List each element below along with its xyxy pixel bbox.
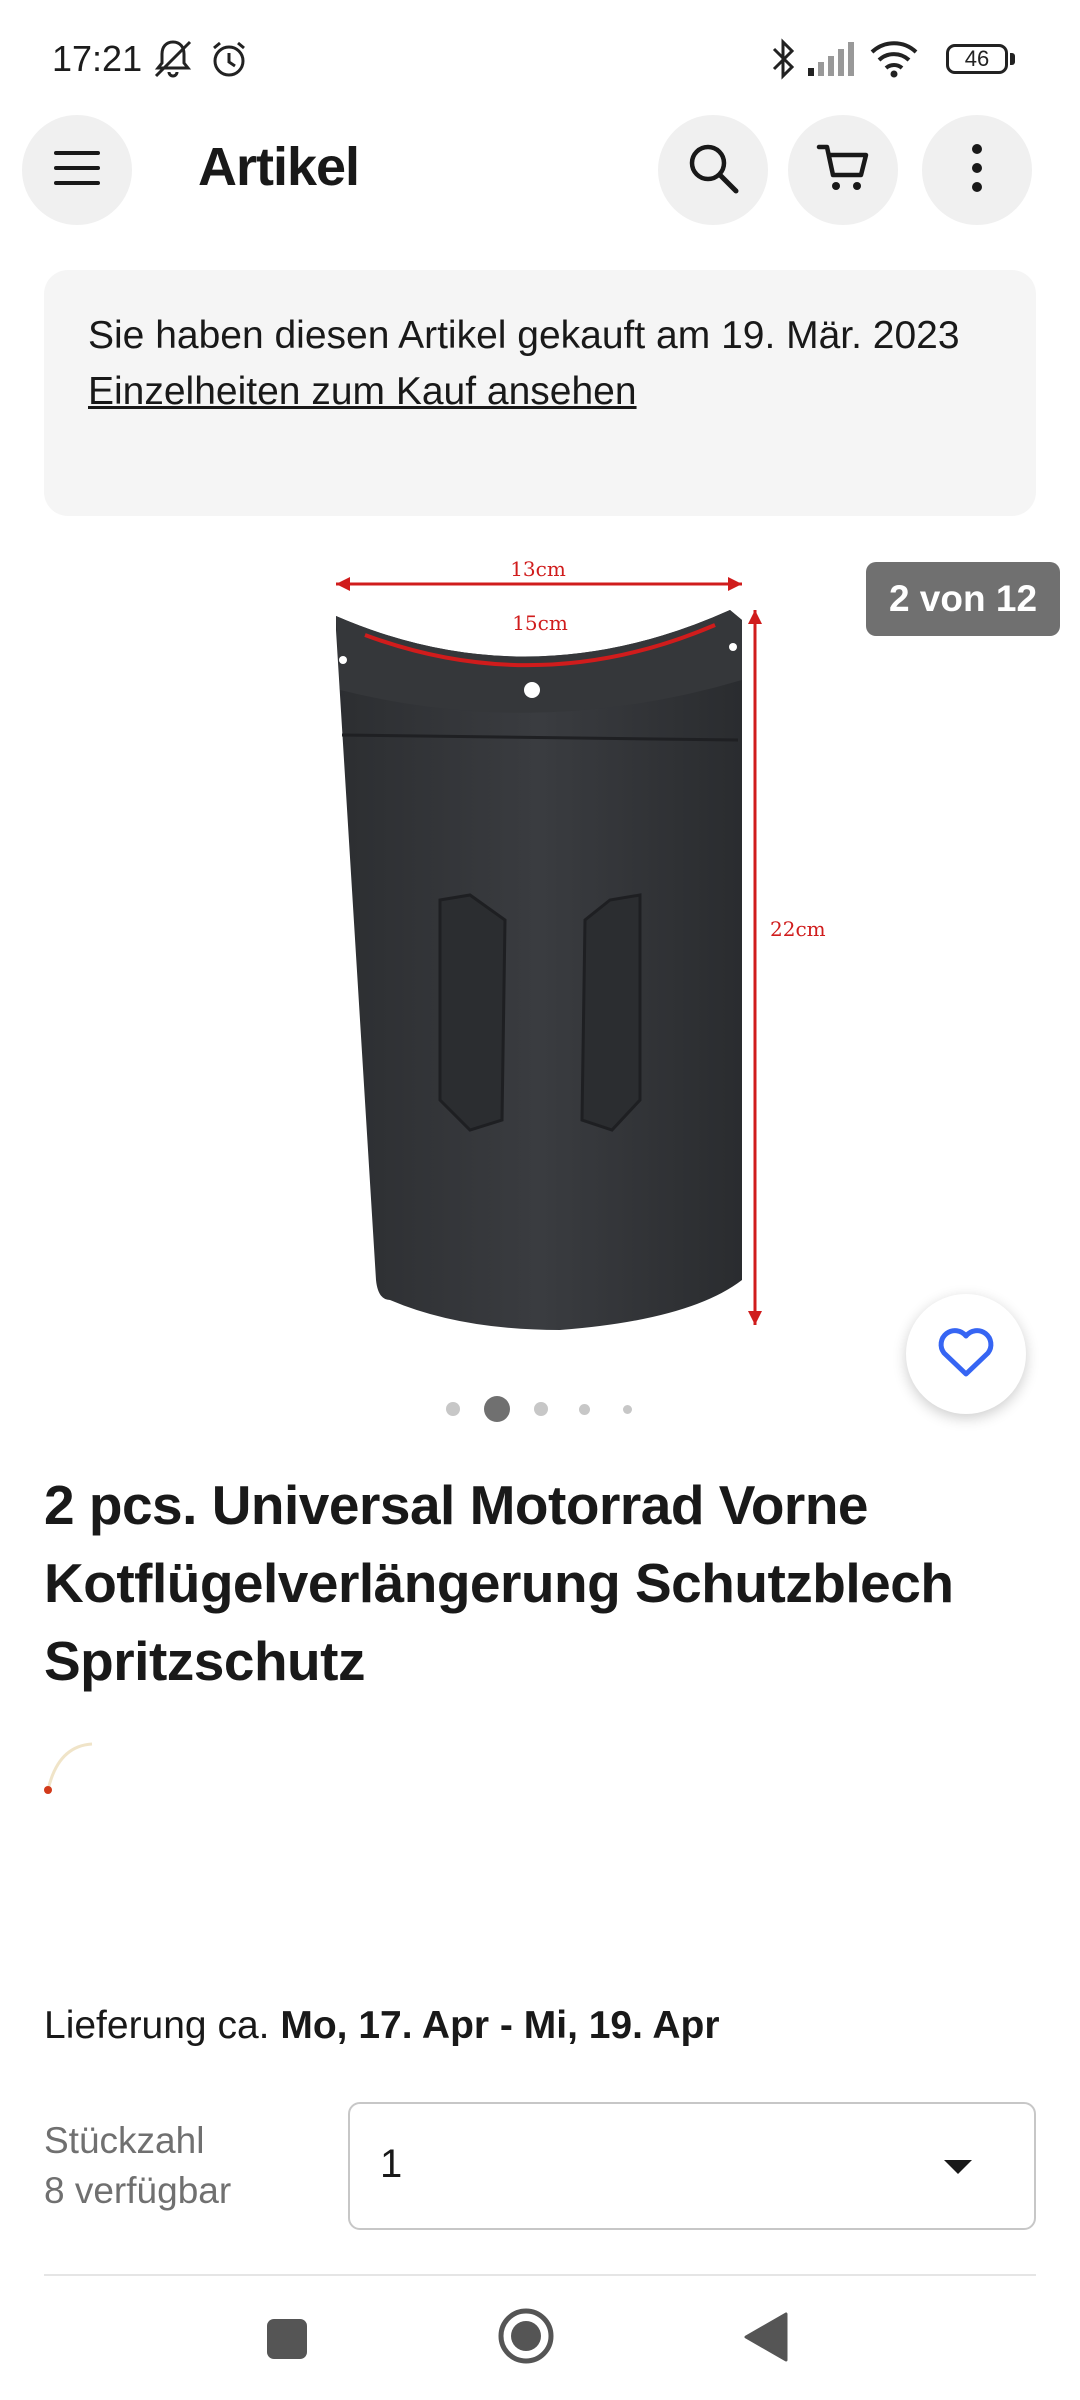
product-title: 2 pcs. Universal Motorrad Vorne Kotflüge… <box>44 1474 954 1692</box>
height-label: 22cm <box>770 917 826 941</box>
battery-tip <box>1010 53 1015 65</box>
system-nav-bar <box>0 2276 1080 2400</box>
search-icon <box>686 141 740 200</box>
delivery-info: Lieferung ca. Mo, 17. Apr - Mi, 19. Apr <box>44 2004 720 2048</box>
app-header: Artikel <box>0 110 1080 230</box>
favorite-button[interactable] <box>906 1294 1026 1414</box>
product-image: 13cm 15cm 22cm <box>336 557 826 1330</box>
product-image-gallery[interactable]: 13cm 15cm 22cm <box>0 540 1080 1420</box>
pagination-dot[interactable] <box>534 1402 548 1416</box>
more-options-button[interactable] <box>922 115 1032 225</box>
cart-icon <box>816 141 870 200</box>
status-bar: 17:21 46 <box>0 0 1080 110</box>
cart-button[interactable] <box>788 115 898 225</box>
heart-icon <box>937 1326 995 1383</box>
recents-icon[interactable] <box>266 2318 308 2365</box>
pagination-dot[interactable] <box>579 1404 590 1415</box>
purchase-banner: Sie haben diesen Artikel gekauft am 19. … <box>44 270 1036 516</box>
image-counter: 2 von 12 <box>866 562 1060 636</box>
quantity-label: Stückzahl <box>44 2120 205 2161</box>
back-icon[interactable] <box>742 2312 788 2367</box>
purchase-details-link[interactable]: Einzelheiten zum Kauf ansehen <box>88 364 992 420</box>
alarm-icon <box>206 36 252 87</box>
delivery-prefix: Lieferung ca. <box>44 2004 270 2047</box>
bluetooth-icon <box>768 36 798 87</box>
more-vertical-icon <box>970 143 984 198</box>
page-title: Artikel <box>198 137 360 197</box>
menu-icon <box>52 148 102 193</box>
pagination-dot[interactable] <box>623 1405 632 1414</box>
battery-indicator: 46 <box>946 44 1008 74</box>
mute-notification-icon <box>150 36 196 87</box>
delivery-dates: Mo, 17. Apr - Mi, 19. Apr <box>280 2004 720 2047</box>
quantity-available: 8 verfügbar <box>44 2170 232 2211</box>
status-time: 17:21 <box>52 38 143 79</box>
quantity-label-group: Stückzahl 8 verfügbar <box>44 2116 231 2216</box>
menu-button[interactable] <box>22 115 132 225</box>
quantity-value: 1 <box>380 2142 403 2186</box>
pagination-dot-active[interactable] <box>484 1396 510 1422</box>
chevron-down-icon <box>944 2160 972 2174</box>
signal-icon <box>806 36 858 87</box>
width-top-label: 13cm <box>510 557 566 581</box>
purchase-banner-text: Sie haben diesen Artikel gekauft am 19. … <box>88 314 960 357</box>
width-arc-label: 15cm <box>512 611 568 635</box>
wifi-icon <box>868 36 920 87</box>
search-button[interactable] <box>658 115 768 225</box>
variant-swatch[interactable] <box>44 1740 104 1800</box>
home-icon[interactable] <box>496 2306 556 2371</box>
pagination-dot[interactable] <box>446 1402 460 1416</box>
quantity-select[interactable]: 1 <box>348 2102 1036 2230</box>
